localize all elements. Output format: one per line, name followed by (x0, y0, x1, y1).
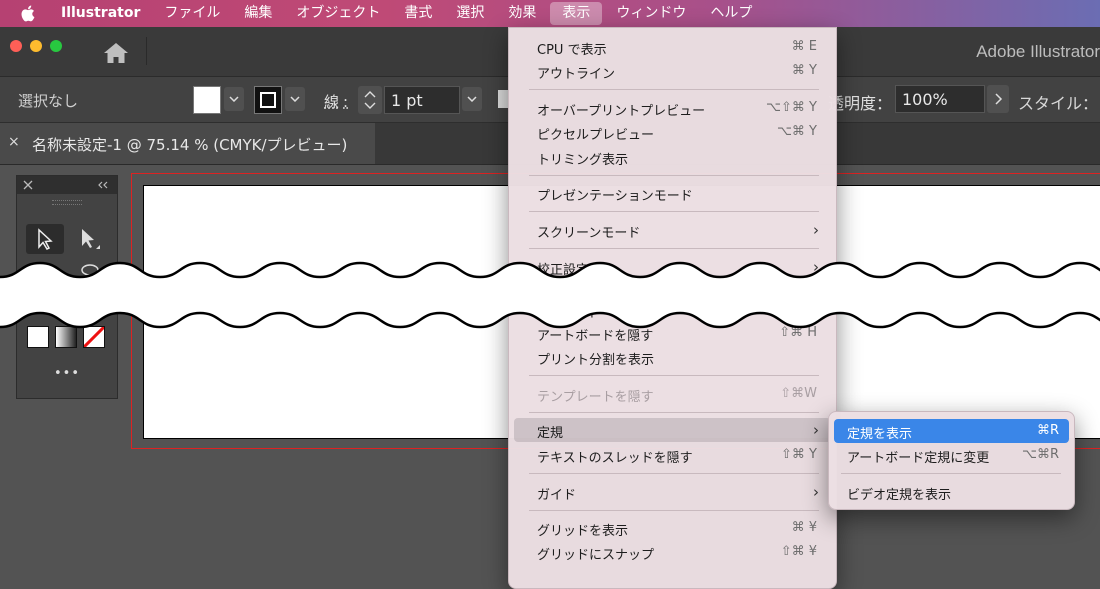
wavy-cut-overlay (0, 261, 1100, 329)
direct-selection-tool-icon[interactable] (70, 224, 108, 254)
chevron-right-icon: › (813, 421, 819, 439)
menu-item-hide-text-threads[interactable]: テキストのスレッドを隠す ⇧⌘ Y (514, 443, 831, 467)
menu-select[interactable]: 選択 (444, 0, 496, 27)
menu-edit[interactable]: 編集 (232, 0, 284, 27)
menu-item-hide-template: テンプレートを隠す ⇧⌘W (537, 386, 817, 405)
menu-separator (529, 175, 819, 176)
menu-item-overprint-preview[interactable]: オーバープリントプレビュー ⌥⇧⌘ Y (514, 96, 831, 120)
opacity-slider-button[interactable] (987, 85, 1009, 113)
menu-window[interactable]: ウィンドウ (604, 0, 698, 27)
stroke-swatch-icon[interactable] (254, 86, 282, 114)
menu-separator (529, 89, 819, 90)
menu-separator (529, 473, 819, 474)
menu-help[interactable]: ヘルプ (698, 0, 764, 27)
menu-item-cpu-view[interactable]: CPU で表示 ⌘ E (514, 35, 831, 59)
fill-swatch[interactable] (193, 86, 221, 114)
chevron-right-icon: › (813, 483, 819, 501)
apple-icon[interactable] (17, 5, 37, 22)
divider (146, 37, 147, 65)
stroke-weight-input[interactable] (384, 86, 460, 114)
selection-tool-icon[interactable] (26, 224, 64, 254)
close-window-button[interactable] (10, 40, 22, 52)
menu-item-show-print-tiling[interactable]: プリント分割を表示 (514, 345, 831, 369)
fill-dropdown[interactable] (224, 87, 244, 111)
menu-item-outline[interactable]: アウトライン ⌘ Y (514, 59, 831, 83)
selection-status: 選択なし (18, 92, 79, 110)
menu-item-guides[interactable]: ガイド › (514, 480, 831, 504)
variable-width-profile[interactable] (498, 90, 508, 108)
menu-item-show-video-rulers[interactable]: ビデオ定規を表示 (834, 480, 1069, 504)
menu-object[interactable]: オブジェクト (284, 0, 392, 27)
stroke-weight-label: 線: (324, 93, 349, 111)
opacity-input[interactable] (895, 85, 985, 113)
menu-separator (529, 375, 819, 376)
menu-separator (529, 510, 819, 511)
stroke-weight-stepper[interactable] (358, 86, 382, 114)
menu-item-snap-to-grid[interactable]: グリッドにスナップ ⇧⌘ ¥ (514, 540, 831, 564)
stroke-dropdown[interactable] (285, 87, 305, 111)
menu-item-presentation-mode[interactable]: プレゼンテーションモード (514, 181, 831, 205)
menu-item-show-rulers[interactable]: 定規を表示 ⌘R (834, 419, 1069, 443)
document-tab-title: 名称未設定-1 @ 75.14 % (CMYK/プレビュー) (32, 136, 348, 154)
edit-toolbar-button[interactable]: ••• (17, 366, 117, 381)
stroke-weight-dropdown[interactable] (462, 87, 482, 111)
menu-bar: Illustrator ファイル 編集 オブジェクト 書式 選択 効果 表示 ウ… (0, 0, 1100, 27)
menu-file[interactable]: ファイル (152, 0, 232, 27)
minimize-window-button[interactable] (30, 40, 42, 52)
document-tab[interactable]: × 名称未設定-1 @ 75.14 % (CMYK/プレビュー) (0, 123, 375, 164)
menu-separator (841, 473, 1061, 474)
menu-item-rulers[interactable]: 定規 › (514, 418, 831, 442)
zoom-window-button[interactable] (50, 40, 62, 52)
graphic-style-label: スタイル： (1018, 94, 1099, 113)
tools-panel-header[interactable] (17, 176, 117, 194)
menu-item-trim-view[interactable]: トリミング表示 (514, 145, 831, 169)
chevron-right-icon: › (813, 221, 819, 239)
menu-app-name[interactable]: Illustrator (37, 0, 152, 27)
menu-item-screen-mode[interactable]: スクリーンモード › (514, 218, 831, 242)
menu-separator (529, 211, 819, 212)
home-icon[interactable] (100, 41, 132, 65)
window-title: Adobe Illustrator (976, 42, 1100, 61)
menu-item-change-to-artboard-rulers[interactable]: アートボード定規に変更 ⌥⌘R (834, 443, 1069, 467)
menu-effect[interactable]: 効果 (496, 0, 548, 27)
close-tab-icon[interactable]: × (8, 134, 20, 150)
rulers-submenu: 定規を表示 ⌘R アートボード定規に変更 ⌥⌘R ビデオ定規を表示 (828, 411, 1075, 510)
menu-view[interactable]: 表示 (550, 2, 603, 25)
menu-separator (529, 248, 819, 249)
menu-item-show-grid[interactable]: グリッドを表示 ⌘ ¥ (514, 516, 831, 540)
opacity-label: 透明度： (828, 94, 893, 113)
menu-type[interactable]: 書式 (392, 0, 444, 27)
panel-grip[interactable] (52, 200, 82, 205)
menu-item-pixel-preview[interactable]: ピクセルプレビュー ⌥⌘ Y (514, 120, 831, 144)
menu-separator (529, 412, 819, 413)
